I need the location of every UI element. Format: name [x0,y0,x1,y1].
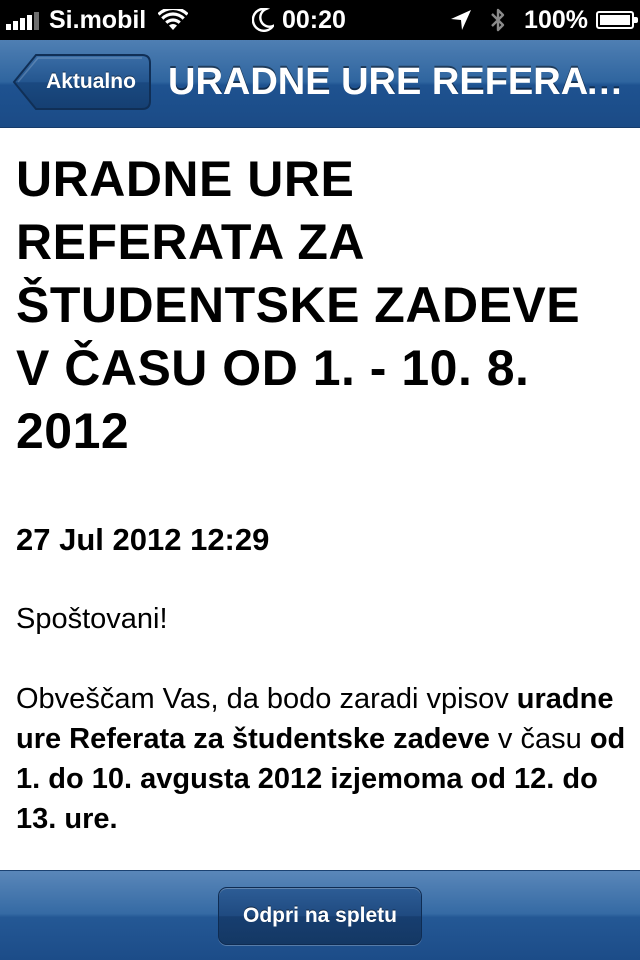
article-content[interactable]: URADNE URE REFERATA ZA ŠTUDENTSKE ZADEVE… [0,128,640,870]
status-right: 100% [450,0,638,40]
carrier-name: Si.mobil [49,6,147,34]
status-time: 00:20 [282,6,346,34]
body-text: v času [489,723,590,755]
back-button[interactable]: Aktualno [12,53,152,111]
battery-fill [600,15,630,25]
battery-cap [634,17,638,23]
wifi-icon [158,9,189,30]
back-button-label: Aktualno [46,70,136,93]
article-date: 27 Jul 2012 12:29 [16,522,270,557]
article-greeting: Spoštovani! [16,603,168,635]
nav-title: URADNE URE REFERATA ZA ŠTUDENTSKE ZADEVE… [168,61,626,103]
open-in-web-button[interactable]: Odpri na spletu [218,887,422,945]
moon-icon [252,8,274,32]
body-text: Obveščam Vas, da bodo zaradi vpisov [16,683,517,715]
battery-icon [596,11,638,29]
article-body: Obveščam Vas, da bodo zaradi vpisov urad… [16,679,626,839]
navigation-bar: Aktualno URADNE URE REFERATA ZA ŠTUDENTS… [0,40,640,128]
battery-percent: 100% [524,6,588,34]
screen: Si.mobil 00:20 100% Aktualno URADNE URE … [0,0,640,960]
bottom-toolbar: Odpri na spletu [0,870,640,960]
bluetooth-icon [491,8,505,32]
status-center: 00:20 [252,0,346,40]
article-headline: URADNE URE REFERATA ZA ŠTUDENTSKE ZADEVE… [16,151,581,459]
location-arrow-icon [451,10,472,30]
signal-icon [6,10,41,30]
status-left: Si.mobil [6,0,189,40]
status-bar: Si.mobil 00:20 100% [0,0,640,40]
